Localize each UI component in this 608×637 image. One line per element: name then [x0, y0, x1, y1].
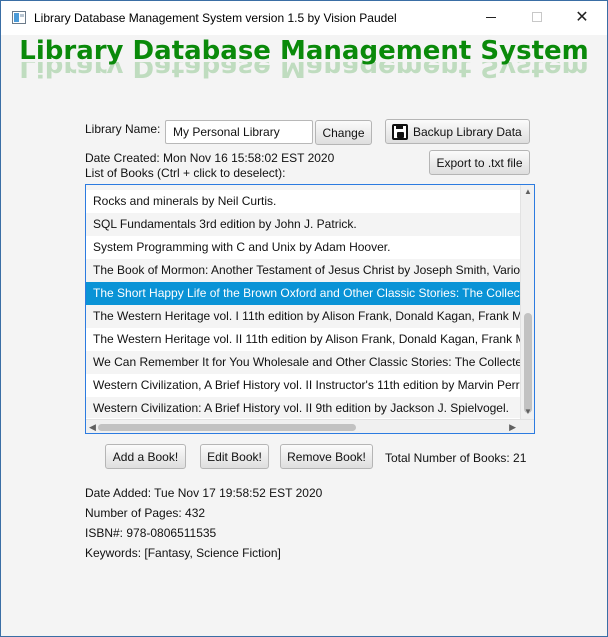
close-icon: ✕: [575, 9, 589, 26]
maximize-icon: [532, 12, 542, 22]
list-item-selected[interactable]: The Short Happy Life of the Brown Oxford…: [86, 282, 521, 305]
book-list-rows: Rocks and minerals by Neil Curtis. SQL Fu…: [86, 185, 521, 418]
book-keywords: Keywords: [Fantasy, Science Fiction]: [85, 546, 281, 560]
list-item[interactable]: Western Civilization: A Brief History vo…: [86, 397, 521, 418]
title-bar: Library Database Management System versi…: [1, 1, 607, 35]
maximize-button[interactable]: [514, 1, 560, 33]
vertical-scrollbar[interactable]: ▲ ▼: [520, 185, 534, 419]
export-txt-button[interactable]: Export to .txt file: [429, 150, 530, 175]
app-heading: Library Database Management System Libra…: [1, 34, 607, 82]
list-item[interactable]: SQL Fundamentals 3rd edition by John J. …: [86, 213, 521, 236]
close-button[interactable]: ✕: [559, 1, 605, 33]
remove-book-button[interactable]: Remove Book!: [280, 444, 373, 469]
list-item[interactable]: System Programming with C and Unix by Ad…: [86, 236, 521, 259]
book-date-added: Date Added: Tue Nov 17 19:58:52 EST 2020: [85, 486, 323, 500]
scroll-up-arrow-icon[interactable]: ▲: [524, 188, 532, 196]
edit-book-button[interactable]: Edit Book!: [200, 444, 269, 469]
list-item[interactable]: We Can Remember It for You Wholesale and…: [86, 351, 521, 374]
book-page-count: Number of Pages: 432: [85, 506, 206, 520]
list-item[interactable]: The Book of Mormon: Another Testament of…: [86, 259, 521, 282]
minimize-icon: [486, 16, 496, 18]
list-item[interactable]: Western Civilization, A Brief History vo…: [86, 374, 521, 397]
app-heading-reflection: Library Database Management System: [19, 62, 589, 82]
vertical-scroll-thumb[interactable]: [524, 313, 532, 413]
horizontal-scroll-thumb[interactable]: [98, 424, 356, 431]
date-created: Date Created: Mon Nov 16 15:58:02 EST 20…: [85, 151, 335, 165]
scroll-down-arrow-icon[interactable]: ▼: [524, 408, 532, 416]
window-title: Library Database Management System versi…: [34, 11, 397, 25]
scroll-left-arrow-icon[interactable]: ◀: [89, 422, 96, 433]
change-button[interactable]: Change: [315, 120, 372, 145]
add-book-button[interactable]: Add a Book!: [105, 444, 186, 469]
book-list[interactable]: Rocks and minerals by Neil Curtis. SQL Fu…: [85, 184, 535, 434]
horizontal-scrollbar[interactable]: ◀ ▶: [86, 419, 534, 433]
library-name-label: Library Name:: [85, 122, 161, 136]
total-books-count: Total Number of Books: 21: [385, 451, 527, 465]
book-list-label: List of Books (Ctrl + click to deselect)…: [85, 166, 286, 180]
app-icon: [12, 11, 26, 24]
main-window: Library Database Management System versi…: [0, 0, 608, 637]
backup-library-button[interactable]: Backup Library Data: [385, 119, 530, 144]
list-item[interactable]: Rocks and minerals by Neil Curtis.: [86, 190, 521, 213]
backup-library-label: Backup Library Data: [413, 124, 522, 139]
book-isbn: ISBN#: 978-0806511535: [85, 526, 217, 540]
scroll-right-arrow-icon[interactable]: ▶: [509, 422, 516, 433]
list-item[interactable]: The Western Heritage vol. I 11th edition…: [86, 305, 521, 328]
minimize-button[interactable]: [468, 1, 514, 33]
floppy-disk-icon: [392, 123, 408, 140]
library-name-input[interactable]: [165, 120, 313, 144]
list-item[interactable]: The Western Heritage vol. II 11th editio…: [86, 328, 521, 351]
